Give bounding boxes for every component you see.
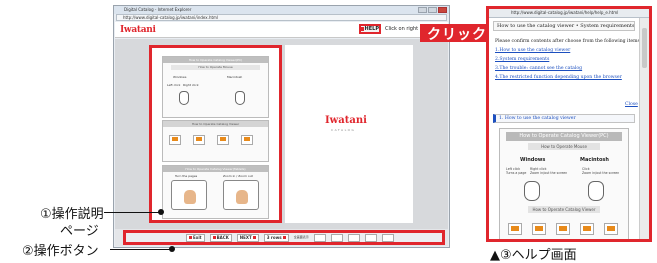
pinch-hand-icon xyxy=(223,180,259,210)
minimize-button[interactable] xyxy=(418,7,427,13)
right-click-label: Right click xyxy=(183,83,199,87)
catalog-spread: How to Operate Catalog Viewer(PC) How to… xyxy=(115,39,448,229)
tool-icon-1 xyxy=(169,135,181,145)
help-tool-icon-1 xyxy=(508,223,522,235)
exit-button[interactable]: Exit xyxy=(186,233,205,242)
help-win-right-desc: Zoom in/out the screen xyxy=(530,171,568,175)
help-button-label: HELP xyxy=(364,26,379,32)
callout-toolbar: ②操作ボタン xyxy=(22,244,99,259)
address-bar[interactable]: http://www.digital-catalog.jp/iwatani/in… xyxy=(116,14,447,21)
operation-toolbar: Exit BACK NEXT 3 rows 全画面表示 xyxy=(115,229,448,246)
mac-mouse-icon xyxy=(235,91,245,105)
viewer-guide-header: How to Operate Catalog Viewer xyxy=(163,121,268,127)
swipe-hand-icon xyxy=(171,180,207,210)
manual-page[interactable]: How to Operate Catalog Viewer(PC) How to… xyxy=(149,45,282,223)
zoom-label: Zoom in / Zoom out xyxy=(223,174,253,178)
page-select[interactable]: 3 rows xyxy=(263,233,289,242)
tool-icon-4 xyxy=(241,135,253,145)
help-windows-mouse-icon xyxy=(524,181,540,201)
click-label: クリック xyxy=(427,27,487,43)
help-content: How to use the catalog viewer • System r… xyxy=(489,18,642,239)
mouse-guide-sub: How to Operate Mouse xyxy=(171,65,260,70)
help-link-2[interactable]: 2.System requirements xyxy=(495,57,633,62)
help-scrollbar[interactable] xyxy=(639,18,649,239)
click-on-right-hint: Click on right xyxy=(385,26,419,32)
callout-help: ▲③ヘルプ画面 xyxy=(490,248,577,263)
help-windows-label: Windows xyxy=(520,157,546,163)
left-click-label: Left click xyxy=(167,83,181,87)
help-window: http://www.digital-catalog.jp/iwatani/he… xyxy=(486,6,652,242)
help-guide-panel: How to Operate Catalog Viewer(PC) How to… xyxy=(499,128,629,239)
help-guide-sub: How to Operate Mouse xyxy=(528,143,600,150)
help-link-3[interactable]: 3.The trouble: cannot see the catalog xyxy=(495,66,633,71)
help-scroll-thumb[interactable] xyxy=(642,28,647,68)
print-button[interactable] xyxy=(347,233,360,242)
pc-guide-header: How to Operate Catalog Viewer(PC) xyxy=(163,57,268,63)
window-title: Digital Catalog - Internet Explorer xyxy=(114,6,449,14)
toolbar-leader-line xyxy=(110,249,172,250)
screenshot-stage: Digital Catalog - Internet Explorer http… xyxy=(0,0,657,263)
manual-leader-line xyxy=(104,212,162,213)
tool-icon-2 xyxy=(193,135,205,145)
help-tool-icon-3 xyxy=(556,223,570,235)
help-section-heading: 1. How to use the catalog viewer xyxy=(493,114,635,123)
cover-page[interactable]: Iwatani CATALOG xyxy=(285,45,413,223)
search-button[interactable] xyxy=(330,233,343,242)
toolbar-leader-dot xyxy=(169,246,175,252)
dropdown-icon xyxy=(282,236,286,239)
bookmark-button[interactable] xyxy=(364,233,377,242)
fullscreen-label[interactable]: 全画面表示 xyxy=(294,236,309,239)
help-tool-icon-4 xyxy=(580,223,594,235)
toolbar-highlight: Exit BACK NEXT 3 rows 全画面表示 xyxy=(123,230,445,245)
help-mac-click-desc: Zoom in/out the screen xyxy=(582,171,620,175)
help-link-1[interactable]: 1.How to use the catalog viewer xyxy=(495,48,633,53)
help-mac-label: Macintosh xyxy=(580,157,609,163)
help-viewer-sub: How to Operate Catalog Viewer xyxy=(528,206,600,213)
help-close-link[interactable]: Close xyxy=(625,102,638,107)
iwatani-logo: Iwatani xyxy=(120,25,156,35)
next-button[interactable]: NEXT xyxy=(236,233,259,242)
next-icon xyxy=(252,236,256,239)
help-button[interactable]: HELP xyxy=(359,24,381,34)
callout-manual-line2: ページ xyxy=(60,224,99,239)
help-guide-header: How to Operate Catalog Viewer(PC) xyxy=(506,132,622,141)
tablet-guide-header: How to Operate Catalog Viewer(Tablets) xyxy=(163,166,268,172)
help-tool-icon-5 xyxy=(604,223,618,235)
cover-logo: Iwatani xyxy=(325,115,367,126)
zoom-button[interactable] xyxy=(313,233,326,242)
pc-guide-block: How to Operate Catalog Viewer(PC) How to… xyxy=(162,56,269,118)
help-tool-icon-2 xyxy=(532,223,546,235)
help-win-left-desc: Turns a page xyxy=(506,171,527,175)
help-address-bar[interactable]: http://www.digital-catalog.jp/iwatani/he… xyxy=(489,9,649,18)
viewer-header: Iwatani HELP Click on right xyxy=(115,22,448,38)
viewer-guide-block: How to Operate Catalog Viewer xyxy=(162,120,269,162)
help-intro: Please confirm contents after choose fro… xyxy=(495,39,642,44)
tool-icon-3 xyxy=(217,135,229,145)
turn-pages-label: Turn the pages xyxy=(175,174,198,178)
macintosh-label: Macintosh xyxy=(227,75,243,79)
help-title: How to use the catalog viewer • System r… xyxy=(493,21,635,31)
help-link-4[interactable]: 4.The restricted function depending upon… xyxy=(495,75,633,80)
manual-leader-dot xyxy=(158,209,164,215)
back-icon xyxy=(212,236,216,239)
help-icon xyxy=(361,27,364,31)
close-button[interactable] xyxy=(438,7,447,13)
back-button[interactable]: BACK xyxy=(209,233,232,242)
maximize-button[interactable] xyxy=(428,7,437,13)
windows-mouse-icon xyxy=(179,91,189,105)
help-toolbar-button[interactable] xyxy=(381,233,394,242)
tablet-guide-block: How to Operate Catalog Viewer(Tablets) T… xyxy=(162,165,269,219)
help-mac-mouse-icon xyxy=(588,181,604,201)
window-controls xyxy=(418,7,447,13)
windows-label: Windows xyxy=(173,75,187,79)
cover-logo-sub: CATALOG xyxy=(331,128,356,132)
exit-icon xyxy=(189,236,192,239)
